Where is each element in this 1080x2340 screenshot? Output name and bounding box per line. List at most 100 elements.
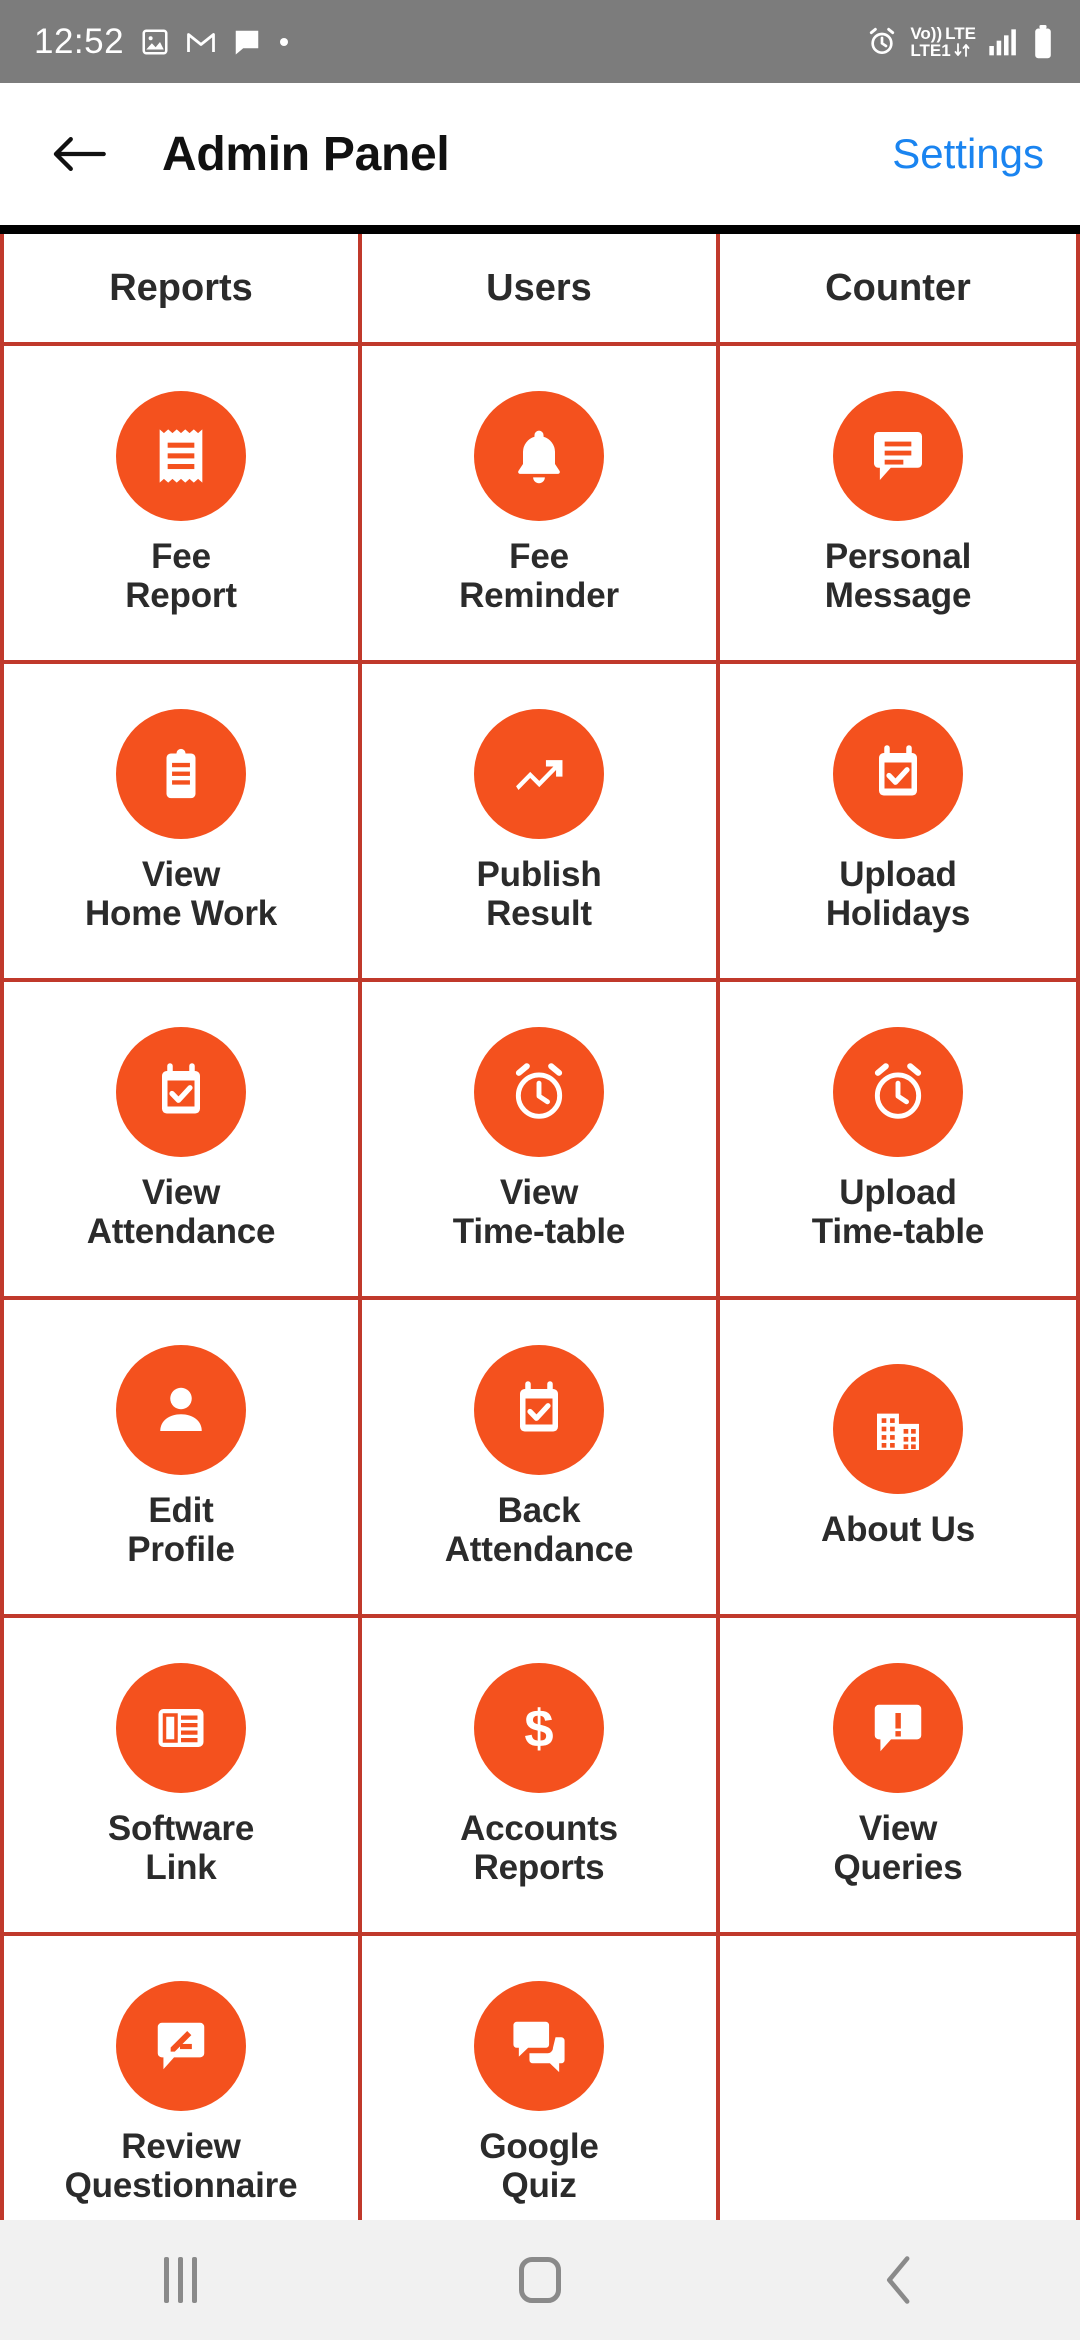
grid-row: View Home Work Publish Result Upload Holid… xyxy=(0,664,1080,982)
grid-item-label: View Queries xyxy=(833,1808,963,1887)
gmail-icon xyxy=(186,29,216,55)
grid-item-cell[interactable]: View Time-table xyxy=(362,982,720,1300)
alarm-clock-icon xyxy=(474,1026,604,1157)
grid-row: Review Questionnaire Google Quiz xyxy=(0,1936,1080,2229)
grid-item: View Home Work xyxy=(81,701,281,941)
clipboard-icon xyxy=(115,708,246,839)
volte-icon: Vo)) LTE LTE1 xyxy=(910,25,976,59)
grid-item-cell[interactable]: Review Questionnaire xyxy=(0,1936,362,2229)
grid-item-label: Review Questionnaire xyxy=(64,2126,298,2205)
message-icon xyxy=(232,28,262,56)
status-bar: 12:52 Vo)) LTE LTE1 xyxy=(0,0,1080,83)
grid-item-cell[interactable]: Google Quiz xyxy=(362,1936,720,2229)
alarm-clock-icon xyxy=(833,1026,963,1157)
grid-item: View Queries xyxy=(829,1655,967,1895)
column-header-label: Users xyxy=(486,266,592,309)
grid-item-label: Google Quiz xyxy=(479,2126,599,2205)
grid-item: Fee Reminder xyxy=(455,383,623,623)
grid-row: Software Link $ Accounts Reports View Queri… xyxy=(0,1618,1080,1936)
system-nav-bar xyxy=(0,2220,1080,2340)
alarm-icon xyxy=(866,26,898,58)
back-icon xyxy=(886,2256,910,2304)
grid-item-cell[interactable]: About Us xyxy=(720,1300,1080,1618)
grid-item: Review Questionnaire xyxy=(61,1973,302,2213)
grid-item: Publish Result xyxy=(470,701,608,941)
column-header-counter: Counter xyxy=(720,234,1080,346)
grid-row: Fee Report Fee Reminder Personal Message xyxy=(0,346,1080,664)
gallery-icon xyxy=(140,27,170,57)
grid-item-label: View Home Work xyxy=(84,854,278,933)
grid-item-label: View Time-table xyxy=(452,1172,626,1251)
grid-item-label: Fee Report xyxy=(125,536,237,615)
bell-icon xyxy=(474,390,604,521)
page-title: Admin Panel xyxy=(162,127,450,181)
grid-item-cell[interactable]: View Home Work xyxy=(0,664,362,982)
grid-item: Google Quiz xyxy=(470,1973,608,2213)
admin-panel-grid: Reports Users Counter Fee Report Fee Remi… xyxy=(0,225,1080,2229)
calendar-check-icon xyxy=(116,1026,246,1157)
grid-item-label: Software Link xyxy=(107,1808,255,1887)
grid-item: $ Accounts Reports xyxy=(456,1655,622,1895)
home-button[interactable] xyxy=(450,2220,630,2340)
grid-item-cell[interactable]: Edit Profile xyxy=(0,1300,362,1618)
dot-icon xyxy=(278,36,290,48)
grid-item: Software Link xyxy=(104,1655,258,1895)
grid-item-cell[interactable]: Back Attendance xyxy=(362,1300,720,1618)
grid-body: Fee Report Fee Reminder Personal Message Vi… xyxy=(0,346,1080,2229)
grid-item-label: Fee Reminder xyxy=(459,536,619,615)
grid-item-cell[interactable]: View Attendance xyxy=(0,982,362,1300)
grid-row: View Attendance View Time-table Upload Tim… xyxy=(0,982,1080,1300)
grid-item: Fee Report xyxy=(112,383,250,623)
grid-item: Edit Profile xyxy=(112,1337,250,1577)
grid-item-cell[interactable]: Publish Result xyxy=(362,664,720,982)
forum-icon xyxy=(474,1980,604,2111)
arrow-left-icon xyxy=(53,137,106,171)
grid-item-label: Edit Profile xyxy=(127,1490,235,1569)
building-icon xyxy=(833,1364,963,1495)
grid-item-cell[interactable]: Upload Time-table xyxy=(720,982,1080,1300)
network-type-bottom: LTE1 xyxy=(910,40,951,60)
grid-cell-empty xyxy=(720,1936,1080,2229)
grid-item: About Us xyxy=(817,1356,979,1557)
grid-item: View Time-table xyxy=(449,1019,629,1259)
trending-up-icon xyxy=(474,708,604,839)
grid-header-row: Reports Users Counter xyxy=(0,234,1080,346)
home-icon xyxy=(519,2257,561,2303)
person-icon xyxy=(116,1344,246,1475)
grid-item-cell[interactable]: Upload Holidays xyxy=(720,664,1080,982)
svg-text:$: $ xyxy=(524,1699,553,1758)
grid-item-cell[interactable]: Fee Report xyxy=(0,346,362,664)
grid-item-label: Upload Holidays xyxy=(825,854,971,933)
grid-item-cell[interactable]: $ Accounts Reports xyxy=(362,1618,720,1936)
message-lines-icon xyxy=(833,390,963,521)
network-type-top: LTE xyxy=(945,23,976,43)
recents-button[interactable] xyxy=(90,2220,270,2340)
grid-item-label: Personal Message xyxy=(824,536,972,615)
grid-item-label: Publish Result xyxy=(476,854,602,933)
back-button[interactable] xyxy=(46,121,112,187)
grid-item-cell[interactable]: View Queries xyxy=(720,1618,1080,1936)
status-bar-right: Vo)) LTE LTE1 xyxy=(866,24,1054,59)
grid-item-label: Back Attendance xyxy=(444,1490,634,1569)
grid-row: Edit Profile Back Attendance About Us xyxy=(0,1300,1080,1618)
grid-item-cell[interactable]: Software Link xyxy=(0,1618,362,1936)
back-nav-button[interactable] xyxy=(810,2220,990,2340)
calendar-check-icon xyxy=(833,708,963,839)
recents-icon xyxy=(163,2257,197,2303)
column-header-reports: Reports xyxy=(0,234,362,346)
receipt-icon xyxy=(116,390,246,521)
grid-item-cell[interactable]: Personal Message xyxy=(720,346,1080,664)
grid-item-cell[interactable]: Fee Reminder xyxy=(362,346,720,664)
grid-item-label: View Attendance xyxy=(86,1172,276,1251)
grid-item-label: About Us xyxy=(821,1510,975,1550)
grid-item: Upload Time-table xyxy=(808,1019,988,1259)
status-time: 12:52 xyxy=(34,22,125,61)
calendar-check-icon xyxy=(474,1344,604,1475)
article-icon xyxy=(116,1662,246,1793)
data-transfer-icon xyxy=(954,43,970,57)
dollar-icon: $ xyxy=(474,1662,604,1793)
settings-button[interactable]: Settings xyxy=(892,130,1054,178)
column-header-label: Reports xyxy=(109,266,253,309)
status-bar-left: 12:52 xyxy=(34,24,866,59)
app-bar: Admin Panel Settings xyxy=(0,83,1080,225)
